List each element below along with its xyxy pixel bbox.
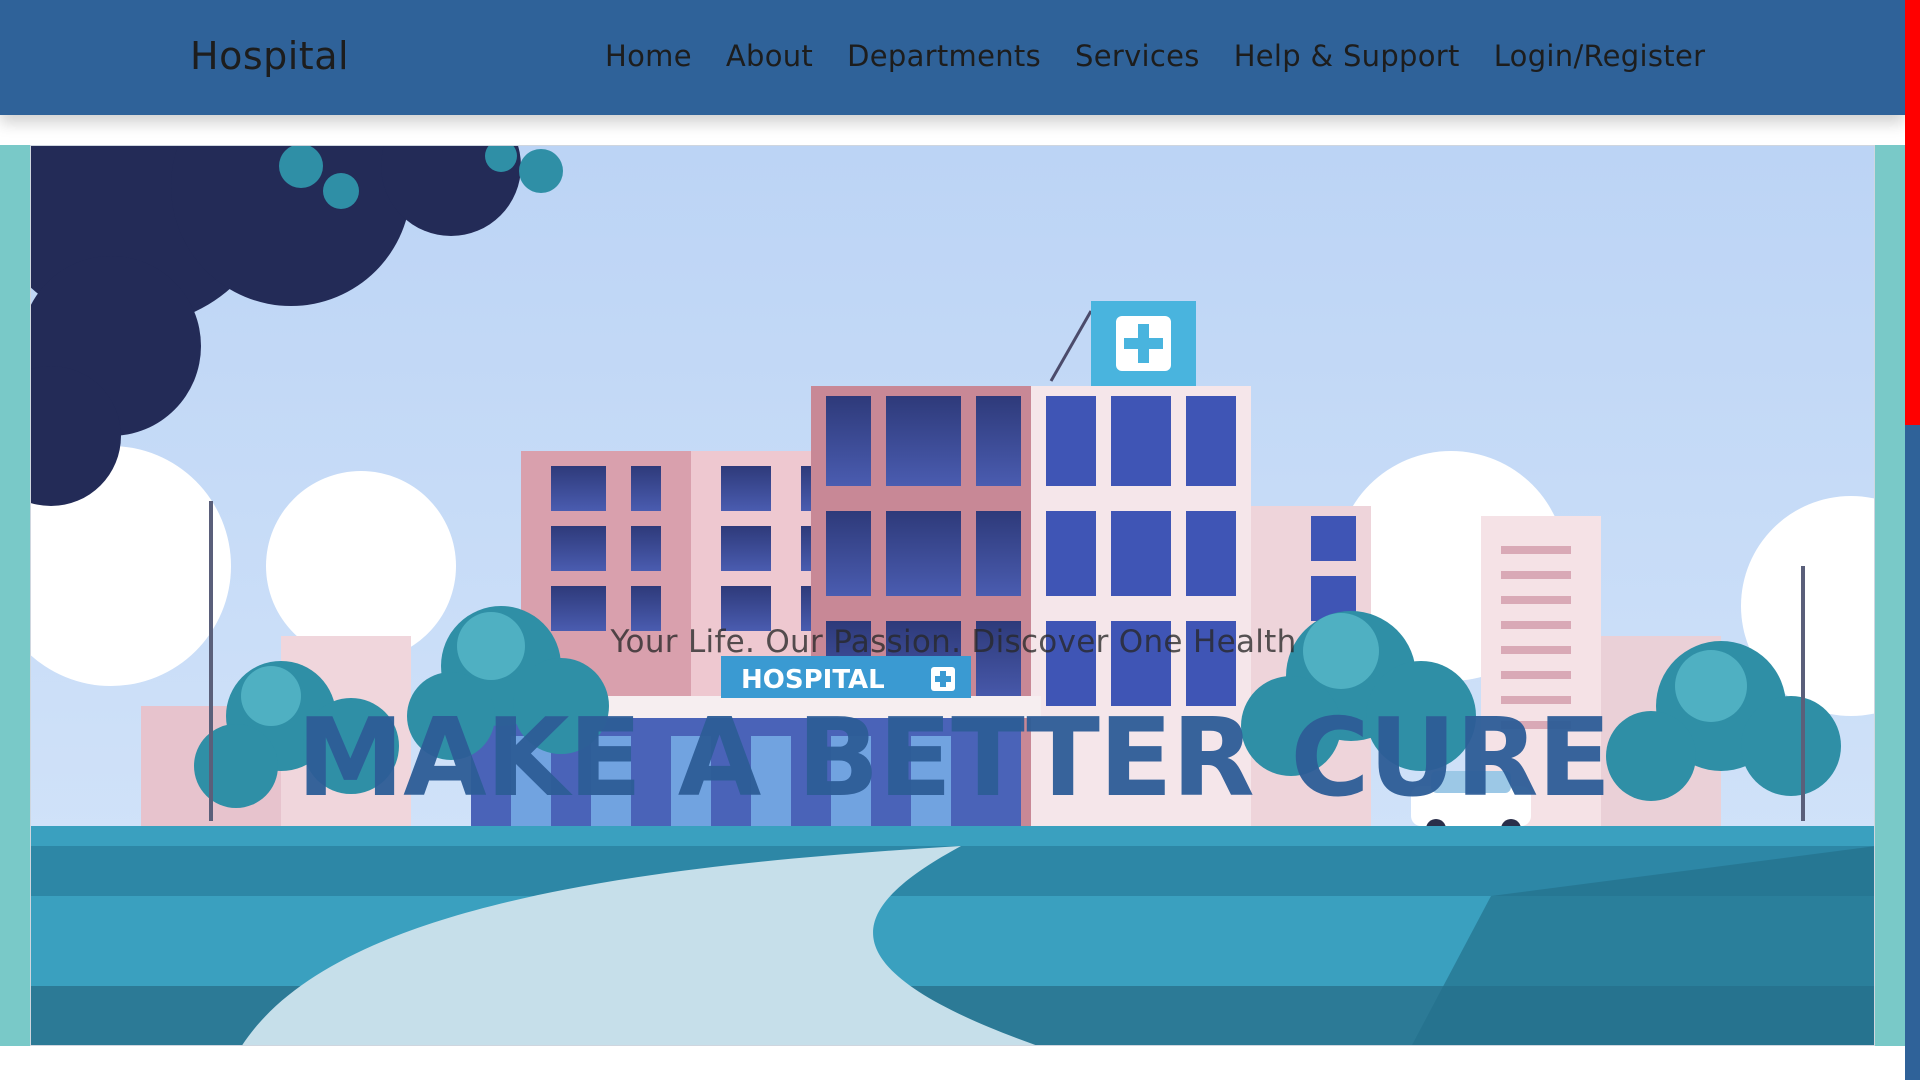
nav-login-register[interactable]: Login/Register <box>1494 39 1706 73</box>
nav-home[interactable]: Home <box>605 39 692 73</box>
hospital-building-illustration: HOSPITAL <box>31 146 1874 1045</box>
main-nav: Home About Departments Services Help & S… <box>605 39 1705 73</box>
top-navbar: Hospital Home About Departments Services… <box>0 0 1905 115</box>
page-scrollbar[interactable] <box>1905 0 1920 1080</box>
nav-services[interactable]: Services <box>1075 39 1200 73</box>
nav-help-support[interactable]: Help & Support <box>1234 39 1460 73</box>
hero-tagline: Your Life. Our Passion. Discover One Hea… <box>610 624 1297 660</box>
hero-headline: MAKE A BETTER CURE <box>296 696 1612 821</box>
nav-departments[interactable]: Departments <box>847 39 1041 73</box>
scrollbar-thumb[interactable] <box>1905 0 1920 425</box>
hospital-sign-text: HOSPITAL <box>741 665 885 695</box>
hero-section: HOSPITAL Your Life. Our Passion. Discove… <box>30 145 1875 1046</box>
brand-logo-text[interactable]: Hospital <box>190 34 349 78</box>
nav-about[interactable]: About <box>726 39 813 73</box>
